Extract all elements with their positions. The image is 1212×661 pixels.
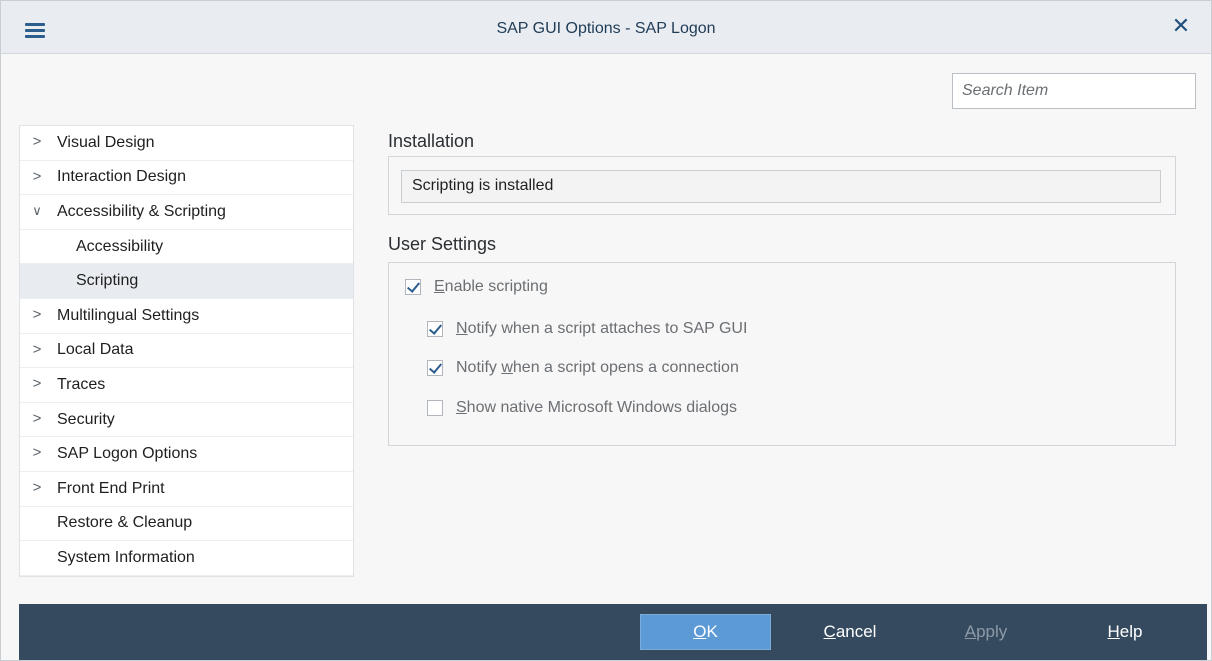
tree-item-accessibility[interactable]: Accessibility	[20, 230, 353, 265]
enable-scripting-label: Enable scripting	[434, 278, 548, 295]
tree-item-label: Scripting	[76, 272, 139, 290]
close-icon[interactable]: ✕	[1169, 14, 1193, 38]
tree-item-local-data[interactable]: > Local Data	[20, 334, 353, 369]
tree-item-sap-logon-options[interactable]: > SAP Logon Options	[20, 437, 353, 472]
installation-heading: Installation	[388, 131, 475, 151]
native-dialogs-checkbox[interactable]: Show native Microsoft Windows dialogs	[427, 399, 737, 417]
tree-item-multilingual-settings[interactable]: > Multilingual Settings	[20, 299, 353, 334]
tree-item-front-end-print[interactable]: > Front End Print	[20, 472, 353, 507]
cancel-button[interactable]: Cancel	[795, 614, 905, 650]
chevron-right-icon[interactable]: >	[30, 342, 44, 357]
notify-attach-label: Notify when a script attaches to SAP GUI	[456, 320, 748, 337]
tree-item-label: Security	[57, 410, 115, 428]
tree-item-traces[interactable]: > Traces	[20, 368, 353, 403]
tree-item-label: Traces	[57, 375, 106, 393]
chevron-right-icon[interactable]: >	[30, 445, 44, 460]
options-dialog: SAP GUI Options - SAP Logon ✕ > Visual D…	[0, 0, 1212, 661]
user-settings-heading: User Settings	[388, 234, 497, 254]
chevron-down-icon[interactable]: ∨	[30, 204, 44, 218]
tree-item-system-information[interactable]: System Information	[20, 541, 353, 576]
footer-toolbar: OK Cancel Apply Help	[19, 604, 1207, 660]
installation-status-field: Scripting is installed	[401, 170, 1161, 203]
tree-item-security[interactable]: > Security	[20, 403, 353, 438]
checkmark-icon[interactable]	[427, 360, 443, 376]
chevron-right-icon[interactable]: >	[30, 169, 44, 184]
tree-item-restore-cleanup[interactable]: Restore & Cleanup	[20, 507, 353, 542]
tree-item-label: Accessibility	[76, 237, 164, 255]
tree-item-label: Accessibility & Scripting	[57, 202, 226, 220]
tree-item-label: Local Data	[57, 341, 134, 359]
chevron-right-icon[interactable]: >	[30, 134, 44, 149]
tree-item-label: Multilingual Settings	[57, 306, 200, 324]
help-button[interactable]: Help	[1075, 614, 1175, 650]
notify-connection-label: Notify when a script opens a connection	[456, 359, 739, 376]
options-tree: > Visual Design > Interaction Design ∨ A…	[19, 125, 354, 577]
hamburger-menu-icon[interactable]	[25, 23, 45, 38]
ok-button[interactable]: OK	[640, 614, 771, 650]
notify-attach-checkbox[interactable]: Notify when a script attaches to SAP GUI	[427, 320, 747, 338]
tree-item-label: System Information	[57, 548, 195, 566]
user-settings-group: Enable scripting Notify when a script at…	[388, 262, 1176, 446]
installation-group: Scripting is installed	[388, 156, 1176, 215]
tree-item-scripting[interactable]: Scripting	[20, 264, 353, 299]
checkbox-empty-icon[interactable]	[427, 400, 443, 416]
enable-scripting-checkbox[interactable]: Enable scripting	[405, 278, 548, 296]
tree-item-visual-design[interactable]: > Visual Design	[20, 126, 353, 161]
title-bar: SAP GUI Options - SAP Logon ✕	[1, 1, 1211, 54]
window-title: SAP GUI Options - SAP Logon	[496, 20, 716, 37]
tree-item-label: Interaction Design	[57, 168, 186, 186]
native-dialogs-label: Show native Microsoft Windows dialogs	[456, 399, 738, 416]
checkmark-icon[interactable]	[427, 321, 443, 337]
tree-item-label: Restore & Cleanup	[57, 514, 193, 532]
tree-item-label: SAP Logon Options	[57, 445, 198, 463]
chevron-right-icon[interactable]: >	[30, 307, 44, 322]
notify-connection-checkbox[interactable]: Notify when a script opens a connection	[427, 359, 739, 377]
tree-item-interaction-design[interactable]: > Interaction Design	[20, 161, 353, 196]
apply-button[interactable]: Apply	[936, 614, 1036, 650]
chevron-right-icon[interactable]: >	[30, 480, 44, 495]
chevron-right-icon[interactable]: >	[30, 411, 44, 426]
chevron-right-icon[interactable]: >	[30, 376, 44, 391]
tree-item-label: Visual Design	[57, 133, 155, 151]
tree-item-label: Front End Print	[57, 479, 165, 497]
tree-item-accessibility-scripting[interactable]: ∨ Accessibility & Scripting	[20, 195, 353, 230]
checkmark-icon[interactable]	[405, 279, 421, 295]
search-input[interactable]	[952, 73, 1196, 109]
